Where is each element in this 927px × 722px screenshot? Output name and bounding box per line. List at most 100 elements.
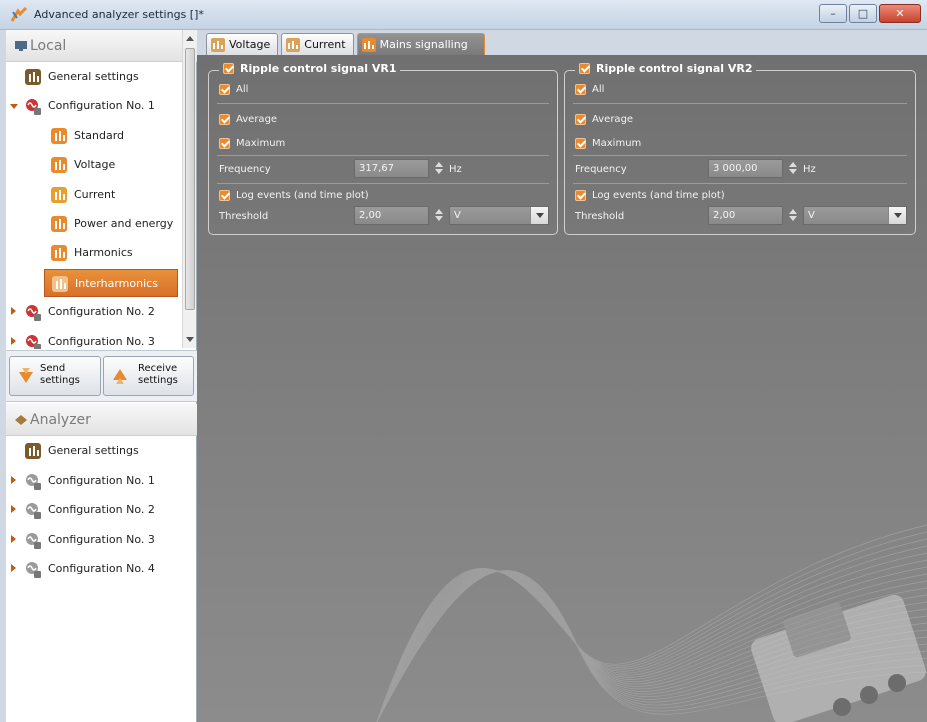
chevron-down-icon[interactable] (530, 207, 548, 224)
vr1-threshold-spinner[interactable] (432, 206, 446, 225)
vr2-enable-checkbox[interactable] (579, 63, 590, 74)
local-tree-scrollbar[interactable] (182, 30, 196, 348)
vr1-title: Ripple control signal VR1 (240, 62, 397, 75)
local-tree-item[interactable]: Harmonics (6, 239, 182, 267)
vr1-average-checkbox[interactable] (219, 113, 230, 125)
vr1-threshold-unit-value: V (454, 210, 461, 221)
spin-down-icon[interactable] (789, 169, 797, 174)
vr1-enable-checkbox[interactable] (223, 63, 234, 74)
vr1-all-label: All (236, 83, 249, 95)
collapse-arrow-icon[interactable] (11, 336, 16, 345)
collapse-arrow-icon[interactable] (11, 475, 16, 484)
spin-up-icon[interactable] (789, 209, 797, 214)
local-tree-item[interactable]: Voltage (6, 151, 182, 179)
tab-2[interactable]: Mains signalling (356, 33, 485, 55)
spin-down-icon[interactable] (789, 216, 797, 221)
vr2-all-checkbox[interactable] (575, 83, 586, 95)
window-title: Advanced analyzer settings []* (34, 8, 204, 21)
tree-item-label: Voltage (74, 158, 116, 172)
vr1-log-events-checkbox[interactable] (219, 189, 230, 201)
close-button[interactable]: ✕ (879, 4, 921, 23)
device-illustration (751, 594, 926, 722)
scroll-up-icon[interactable] (186, 36, 194, 41)
local-tree-item[interactable]: Standard (6, 122, 182, 150)
local-tree-item[interactable]: General settings (6, 63, 182, 91)
local-tree: General settings Configuration No. 1 Stand… (6, 63, 182, 349)
analyzer-tree-item[interactable]: General settings (6, 437, 182, 465)
local-tree-item[interactable]: Configuration No. 1 (6, 92, 182, 120)
vr1-maximum-checkbox[interactable] (219, 137, 230, 149)
receive-settings-button[interactable]: Receive settings (103, 356, 194, 396)
chevron-down-icon[interactable] (888, 207, 906, 224)
spin-up-icon[interactable] (789, 162, 797, 167)
local-tree-item[interactable]: Interharmonics (44, 268, 178, 297)
collapse-arrow-icon[interactable] (11, 564, 16, 572)
tree-item-label: Configuration No. 1 (48, 473, 155, 487)
vr2-threshold-input[interactable]: 2,00 (708, 206, 783, 225)
vr1-log-events-label: Log events (and time plot) (236, 189, 369, 201)
expand-arrow-icon[interactable] (10, 104, 18, 110)
vr2-threshold-unit-select[interactable]: V (803, 206, 907, 225)
configuration-1-icon (26, 99, 41, 116)
spin-down-icon[interactable] (435, 169, 443, 174)
vr2-frequency-input[interactable]: 3 000,00 (708, 159, 783, 178)
local-tree-item[interactable]: Current (6, 181, 182, 209)
scroll-thumb[interactable] (185, 48, 195, 310)
vr1-threshold-unit-select[interactable]: V (449, 206, 549, 225)
analyzer-panel-title: Analyzer (30, 412, 91, 428)
vr1-all-checkbox[interactable] (219, 83, 230, 95)
send-settings-button[interactable]: Send settings (9, 356, 101, 396)
divider (217, 183, 549, 184)
tab-icon (211, 37, 225, 52)
voltage-icon (51, 157, 67, 174)
local-tree-item[interactable]: Configuration No. 3 (6, 328, 182, 349)
tree-item-label: Current (74, 187, 116, 201)
analyzer-tree-item[interactable]: Configuration No. 3 (6, 526, 182, 554)
analyzer-tree-item[interactable]: Configuration No. 4 (6, 555, 182, 583)
configuration-3-icon (26, 334, 41, 349)
vr2-maximum-checkbox[interactable] (575, 137, 586, 149)
local-tree-item[interactable]: Configuration No. 2 (6, 298, 182, 326)
spin-down-icon[interactable] (435, 216, 443, 221)
analyzer-tree-item[interactable]: Configuration No. 1 (6, 467, 182, 495)
tab-label: Mains signalling (379, 38, 468, 51)
vr2-average-checkbox[interactable] (575, 113, 586, 125)
vr1-frequency-spinner[interactable] (432, 159, 446, 178)
tab-1[interactable]: Current (281, 33, 354, 55)
tree-item-label: General settings (48, 444, 139, 457)
tab-0[interactable]: Voltage (206, 33, 279, 55)
maximize-button[interactable]: □ (849, 4, 877, 23)
configuration-4-icon (26, 562, 41, 578)
configuration-2-icon (26, 503, 41, 519)
vr1-threshold-input[interactable]: 2,00 (354, 206, 429, 225)
local-tree-item[interactable]: Power and energy (6, 210, 182, 238)
analyzer-tree-item[interactable]: Configuration No. 2 (6, 496, 182, 524)
vr2-log-events-checkbox[interactable] (575, 189, 586, 201)
send-label-1: Send (40, 363, 66, 374)
tree-item-label: Configuration No. 3 (48, 334, 155, 348)
divider (217, 155, 549, 156)
vr1-group: Ripple control signal VR1 All Average Ma… (208, 62, 558, 235)
vr2-threshold-spinner[interactable] (786, 206, 800, 225)
configuration-1-icon (26, 473, 41, 490)
vr2-frequency-spinner[interactable] (786, 159, 800, 178)
spin-up-icon[interactable] (435, 209, 443, 214)
vr1-frequency-input[interactable]: 317,67 (354, 159, 429, 178)
collapse-arrow-icon[interactable] (11, 505, 16, 513)
local-panel-header[interactable]: Local (6, 30, 197, 62)
collapse-arrow-icon[interactable] (11, 534, 16, 543)
app-logo-icon (10, 7, 28, 22)
spin-up-icon[interactable] (435, 162, 443, 167)
divider (573, 155, 907, 156)
scroll-down-icon[interactable] (186, 337, 194, 342)
collapse-arrow-icon[interactable] (11, 307, 16, 316)
receive-label-1: Receive (138, 363, 178, 374)
analyzer-panel-header[interactable]: Analyzer (6, 404, 197, 436)
divider (217, 103, 549, 104)
tree-item-label: Interharmonics (75, 276, 158, 290)
minimize-button[interactable]: – (819, 4, 847, 23)
tab-icon (361, 37, 376, 52)
tab-label: Voltage (229, 38, 271, 51)
send-arrow-icon (19, 368, 33, 383)
vr1-frequency-unit: Hz (449, 164, 462, 175)
